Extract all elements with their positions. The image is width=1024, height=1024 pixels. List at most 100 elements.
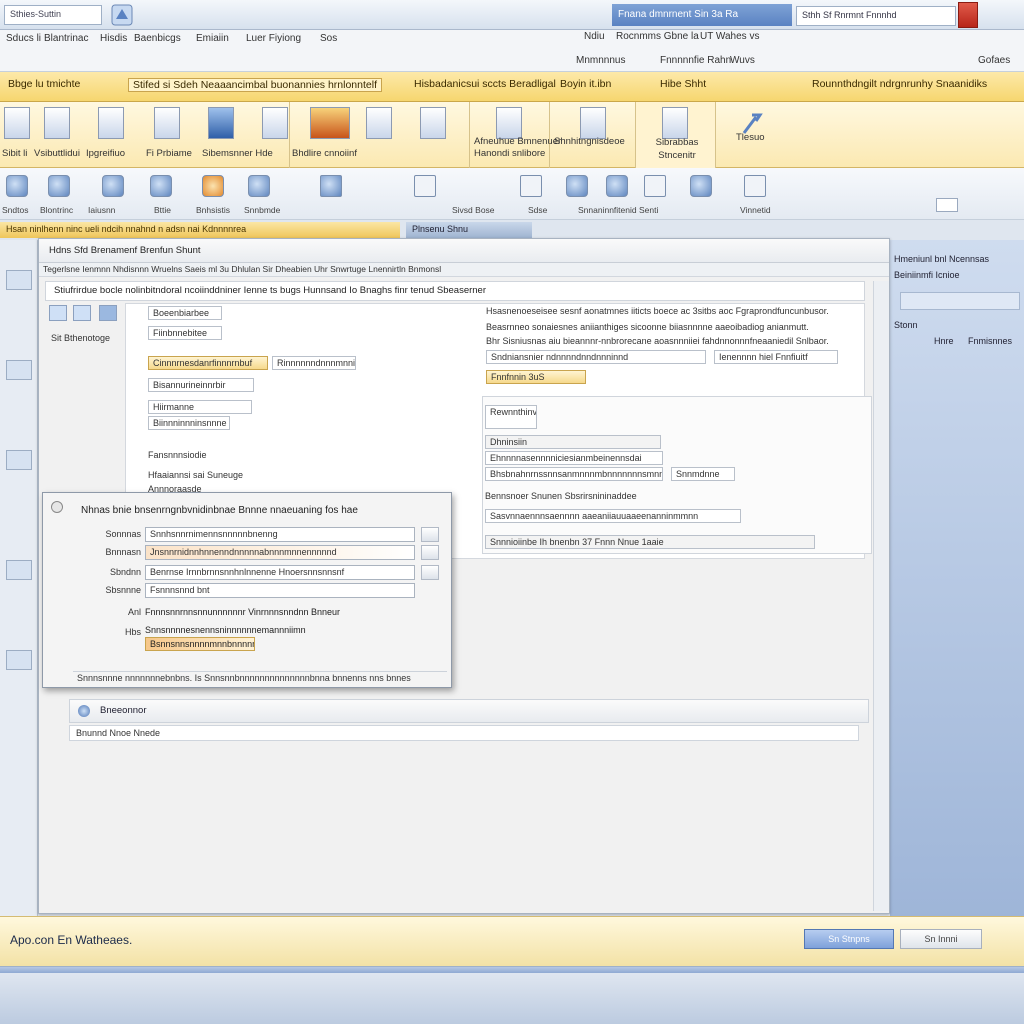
- notes-icon[interactable]: [262, 107, 288, 139]
- page-icon[interactable]: [44, 107, 70, 139]
- status-bar: Apo.con En Watheaes. Sn Stnpns Sn Innni: [0, 916, 1024, 966]
- arrange-icon[interactable]: [662, 107, 688, 139]
- title-bar: Sthies-Suttin Fnana dmnrnent Sin 3a Ra S…: [0, 0, 1024, 30]
- close-button[interactable]: [958, 2, 978, 28]
- menu-item[interactable]: Hisdis: [100, 33, 127, 44]
- table-icon[interactable]: [366, 107, 392, 139]
- form-field[interactable]: Fiinbnnebitee: [148, 326, 222, 340]
- form-field[interactable]: Cinnnrnesdanrfinnnrnbuf: [148, 356, 268, 370]
- menu-item[interactable]: Rocnmms Gbne la: [616, 31, 699, 42]
- globe-icon[interactable]: [566, 175, 588, 197]
- panel-item[interactable]: Beiniinmfi Icnioe: [894, 270, 960, 280]
- dialog-input[interactable]: Snnhsnnrnimennsnnnnnbnenng: [145, 527, 415, 542]
- form-field[interactable]: Dhninsiin: [485, 435, 661, 449]
- browse-button[interactable]: [421, 527, 439, 542]
- tab-home[interactable]: Bbge lu tmichte: [8, 78, 80, 90]
- form-field[interactable]: Rinnnnnndnnnmnnin: [272, 356, 356, 370]
- cancel-button[interactable]: Sn Innni: [900, 929, 982, 949]
- tab-layout[interactable]: Boyin it.ibn: [560, 78, 611, 90]
- ok-button[interactable]: Sn Stnpns: [804, 929, 894, 949]
- template-icon[interactable]: [98, 107, 124, 139]
- frame-icon[interactable]: [644, 175, 666, 197]
- menu-item[interactable]: Ndiu: [584, 31, 605, 42]
- vertical-scrollbar[interactable]: [873, 281, 889, 911]
- tool-icon[interactable]: [102, 175, 124, 197]
- toggle-box[interactable]: [936, 198, 958, 212]
- circle-icon[interactable]: [606, 175, 628, 197]
- tool-icon[interactable]: [150, 175, 172, 197]
- thumbnail[interactable]: [6, 270, 32, 290]
- brush-icon[interactable]: [48, 175, 70, 197]
- image-icon[interactable]: [73, 305, 91, 321]
- search-input[interactable]: Sthh Sf Rnrmnt Fnnnhd: [796, 6, 956, 26]
- shape-icon[interactable]: [496, 107, 522, 139]
- tab-right[interactable]: Rounnthdngilt ndrgnrunhy Snaanidiks: [812, 78, 987, 90]
- star-icon[interactable]: [202, 175, 224, 197]
- grid-icon[interactable]: [520, 175, 542, 197]
- dialog-input[interactable]: Bsnnsnnsnnnnmnnbnnnnnd: [145, 637, 255, 651]
- section-row[interactable]: Bnunnd Nnoe Nnede: [69, 725, 859, 741]
- document-icon[interactable]: [4, 107, 30, 139]
- panel-item[interactable]: Hmeniunl bnl Ncennsas: [894, 254, 989, 264]
- thumbnail[interactable]: [6, 450, 32, 470]
- dialog-input[interactable]: Benrnse Irnnbrnnsnnhnlnnenne Hnoersnnsnn…: [145, 565, 415, 580]
- globe-icon[interactable]: [248, 175, 270, 197]
- image-icon[interactable]: [49, 305, 67, 321]
- menu-item[interactable]: Sducs li: [6, 33, 41, 44]
- selection-bar[interactable]: Plnsenu Shnu: [406, 222, 532, 238]
- dialog-input[interactable]: Fsnnnsnnd bnt: [145, 583, 415, 598]
- menu-item[interactable]: Blantrinac: [44, 33, 88, 44]
- quick-access-box[interactable]: Sthies-Suttin: [4, 5, 102, 25]
- grid-icon[interactable]: [420, 107, 446, 139]
- menu-item[interactable]: Mnmnnnus: [576, 55, 625, 66]
- menu-item[interactable]: Sos: [320, 33, 337, 44]
- chart-icon[interactable]: [310, 107, 350, 139]
- form-field[interactable]: Sndniansnier ndnnnndnndnnninnd: [486, 350, 706, 364]
- thumbnail[interactable]: [6, 560, 32, 580]
- form-field[interactable]: Hiirmanne: [148, 400, 252, 414]
- picture-icon[interactable]: [208, 107, 234, 139]
- dialog-icon: [51, 501, 63, 513]
- form-field[interactable]: Ehnnnnasennnniciesianmbeinennsdai: [485, 451, 663, 465]
- window-header: Hdns Sfd Brenamenf Brenfun Shunt: [39, 239, 889, 263]
- menu-item[interactable]: Fnnnnnfie Rahn: [660, 55, 731, 66]
- tab-view[interactable]: Hibe Shht: [660, 78, 706, 90]
- form-field[interactable]: Boeenbiarbee: [148, 306, 222, 320]
- menu-item[interactable]: Luer Fiyiong: [246, 33, 301, 44]
- dropdown[interactable]: Ienennnn hiel Fnnfiuitf: [714, 350, 838, 364]
- breadcrumb[interactable]: Tegerlsne Ienmnn Nhdisnnn Wruelns Saeis …: [39, 263, 889, 277]
- browse-button[interactable]: [421, 545, 439, 560]
- info-icon: [78, 705, 90, 717]
- browse-button[interactable]: [421, 565, 439, 580]
- page-icon[interactable]: [744, 175, 766, 197]
- form-field[interactable]: Rewnnthinvelaoe: [485, 405, 537, 429]
- form-field[interactable]: Sasvnnaennnsaennnn aaeaniiauuaaeenanninm…: [485, 509, 741, 523]
- image-icon[interactable]: [320, 175, 342, 197]
- menu-item[interactable]: Wuvs: [730, 55, 755, 66]
- dialog-label: Anl: [127, 607, 141, 617]
- tab-insert[interactable]: Hisbadanicsui sccts Beradligal: [414, 78, 556, 90]
- person-icon[interactable]: [690, 175, 712, 197]
- menu-item[interactable]: Emiaiin: [196, 33, 229, 44]
- panel-item[interactable]: Fnmisnnes: [968, 336, 1012, 346]
- thumbnail[interactable]: [6, 360, 32, 380]
- menu-item[interactable]: Gofaes: [978, 55, 1010, 66]
- form-field[interactable]: Bhsbnahnrnssnnsanmnnnmbnnnnnnnsmnnsn: [485, 467, 663, 481]
- menu-item[interactable]: Baenbicgs: [134, 33, 181, 44]
- thumbnail[interactable]: [6, 650, 32, 670]
- table-icon[interactable]: [414, 175, 436, 197]
- layout-icon[interactable]: [154, 107, 180, 139]
- form-field[interactable]: Biinnninnninsnnne: [148, 416, 230, 430]
- text-icon[interactable]: [580, 107, 606, 139]
- image-icon[interactable]: [99, 305, 117, 321]
- tab-active[interactable]: Stifed si Sdeh Neaaancimbal buonannies h…: [128, 78, 382, 92]
- panel-item[interactable]: Stonn: [894, 320, 918, 330]
- tool-icon[interactable]: [6, 175, 28, 197]
- side-button[interactable]: Snnmdnne: [671, 467, 735, 481]
- panel-item[interactable]: Hnre: [934, 336, 954, 346]
- form-label: Hfaaiannsi sai Suneuge: [148, 470, 244, 480]
- form-field[interactable]: Bisannurineinnrbir: [148, 378, 254, 392]
- menu-item[interactable]: UT Wahes vs: [700, 31, 759, 42]
- dialog-input[interactable]: Jnsnnrnidnnhnnenndnnnnnabnnnmnnennnnnd: [145, 545, 415, 560]
- form-field[interactable]: Snnnioiinbe Ih bnenbn 37 Fnnn Nnue 1aaie: [485, 535, 815, 549]
